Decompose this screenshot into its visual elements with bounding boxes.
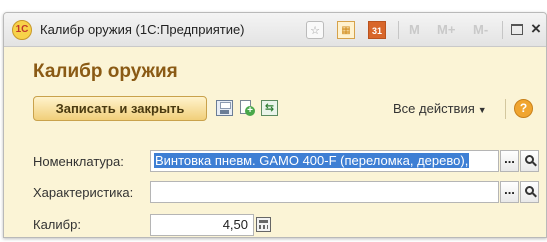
form-window: 1С Калибр оружия (1С:Предприятие) ☆ ▦ 31…: [3, 12, 547, 238]
maximize-icon[interactable]: [511, 24, 523, 35]
chevron-down-icon: ▼: [477, 105, 487, 115]
window-title: Калибр оружия (1С:Предприятие): [40, 22, 245, 37]
caliber-field[interactable]: 4,50: [150, 214, 254, 236]
close-icon[interactable]: ×: [531, 19, 541, 39]
nomenclature-search-icon[interactable]: [520, 150, 539, 172]
save-and-close-button[interactable]: Записать и закрыть: [33, 96, 207, 121]
characteristic-label: Характеристика:: [33, 185, 134, 200]
nomenclature-select-button[interactable]: ...: [500, 150, 519, 172]
star-icon[interactable]: ☆: [306, 21, 324, 39]
all-actions-menu[interactable]: Все действия ▼: [393, 101, 487, 116]
toolbar-divider: [502, 21, 503, 39]
toolbar-divider: [398, 21, 399, 39]
characteristic-field[interactable]: [150, 181, 499, 203]
post-icon[interactable]: ⇆: [261, 100, 278, 116]
help-icon[interactable]: ?: [514, 99, 533, 118]
title-bar[interactable]: 1С Калибр оружия (1С:Предприятие) ☆ ▦ 31…: [4, 13, 546, 47]
lens-handle: [532, 161, 537, 167]
copy-icon[interactable]: +: [238, 100, 255, 116]
caliber-label: Калибр:: [33, 217, 81, 232]
save-icon[interactable]: [216, 100, 233, 116]
calendar-icon[interactable]: 31: [368, 21, 386, 39]
command-divider: [505, 99, 506, 119]
characteristic-select-button[interactable]: ...: [500, 181, 519, 203]
characteristic-search-icon[interactable]: [520, 181, 539, 203]
memory-plus-button[interactable]: M+: [437, 22, 455, 37]
command-bar: Записать и закрыть + ⇆ Все действия ▼ ?: [33, 94, 545, 124]
calculator-icon[interactable]: [256, 217, 271, 232]
page-title: Калибр оружия: [33, 61, 178, 82]
memory-button[interactable]: M: [409, 22, 420, 37]
nomenclature-field[interactable]: Винтовка пневм. GAMO 400-F (переломка, д…: [150, 150, 499, 172]
nomenclature-label: Номенклатура:: [33, 154, 124, 169]
calculator-icon[interactable]: ▦: [337, 21, 355, 39]
app-logo-icon[interactable]: 1С: [12, 20, 32, 40]
all-actions-label: Все действия: [393, 101, 475, 116]
lens-handle: [532, 192, 537, 198]
plus-icon: +: [245, 106, 255, 116]
nomenclature-value: Винтовка пневм. GAMO 400-F (переломка, д…: [154, 153, 470, 168]
memory-minus-button[interactable]: M-: [473, 22, 488, 37]
